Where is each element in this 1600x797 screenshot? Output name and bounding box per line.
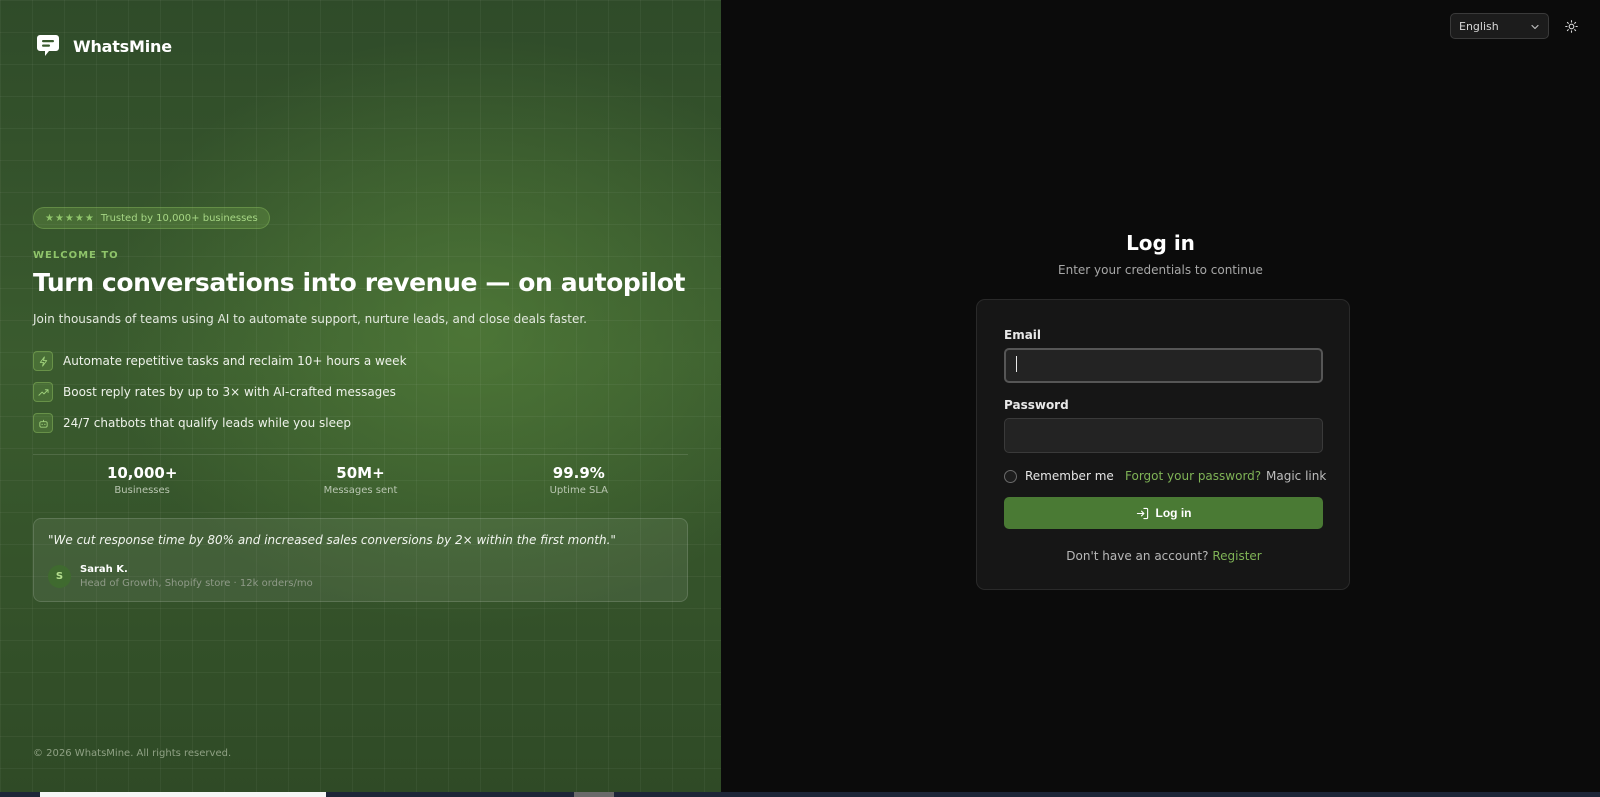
stat-value: 99.9%	[552, 464, 605, 482]
language-select[interactable]: English	[1450, 13, 1549, 39]
taskbar-window	[574, 792, 614, 797]
forgot-password-link[interactable]: Forgot your password?	[1125, 469, 1261, 483]
testimonial-role: Head of Growth, Shopify store · 12k orde…	[80, 578, 313, 589]
login-button-label: Log in	[1155, 506, 1192, 520]
magic-link[interactable]: Magic link	[1266, 469, 1326, 483]
email-label: Email	[1004, 328, 1042, 342]
stat-label: Businesses	[114, 485, 170, 496]
feature-item: Automate repetitive tasks and reclaim 10…	[33, 350, 407, 372]
log-in-icon	[1136, 507, 1148, 519]
sun-icon	[1564, 19, 1578, 33]
trust-badge-text: Trusted by 10,000+ businesses	[100, 212, 258, 224]
remember-checkbox[interactable]	[1004, 469, 1017, 483]
brand[interactable]: WhatsMine	[35, 33, 172, 59]
login-panel: English Log in Enter your credentials to…	[721, 0, 1600, 797]
copyright: © 2026 WhatsMine. All rights reserved.	[33, 748, 232, 759]
feature-item: Boost reply rates by up to 3× with AI-cr…	[33, 381, 407, 403]
trust-badge: ★★★★★ Trusted by 10,000+ businesses	[33, 207, 270, 229]
feature-text: Boost reply rates by up to 3× with AI-cr…	[63, 385, 396, 399]
trending-up-icon	[33, 382, 53, 402]
brand-name: WhatsMine	[73, 36, 172, 56]
password-field[interactable]	[1004, 418, 1323, 453]
register-prompt-text: Don't have an account?	[1066, 549, 1213, 563]
remember-label: Remember me	[1025, 469, 1114, 483]
login-title: Log in	[1126, 231, 1195, 255]
theme-toggle[interactable]	[1562, 17, 1580, 35]
stat-label: Messages sent	[323, 485, 398, 496]
language-value: English	[1459, 19, 1499, 33]
register-link[interactable]: Register	[1212, 549, 1261, 563]
stats-row: 10,000+ Businesses 50M+ Messages sent 99…	[33, 464, 688, 496]
stat-messages: 50M+ Messages sent	[251, 464, 469, 496]
hero-headline: Turn conversations into revenue — on aut…	[33, 268, 686, 297]
stat-businesses: 10,000+ Businesses	[33, 464, 251, 496]
stat-value: 10,000+	[106, 464, 178, 482]
eyebrow-text: WELCOME TO	[33, 250, 119, 261]
remember-me[interactable]: Remember me	[1004, 469, 1114, 483]
divider	[33, 454, 688, 455]
chat-bubble-icon	[37, 35, 59, 56]
testimonial-card: "We cut response time by 80% and increas…	[33, 518, 688, 602]
stat-uptime: 99.9% Uptime SLA	[470, 464, 688, 496]
feature-text: Automate repetitive tasks and reclaim 10…	[63, 354, 407, 368]
avatar: S	[48, 565, 71, 588]
hero-subhead: Join thousands of teams using AI to auto…	[33, 312, 587, 326]
login-button[interactable]: Log in	[1004, 497, 1323, 529]
register-prompt: Don't have an account? Register	[977, 549, 1351, 563]
feature-item: 24/7 chatbots that qualify leads while y…	[33, 412, 407, 434]
star-rating: ★★★★★	[45, 212, 95, 224]
lightning-icon	[33, 351, 53, 371]
feature-list: Automate repetitive tasks and reclaim 10…	[33, 350, 407, 443]
feature-text: 24/7 chatbots that qualify leads while y…	[63, 416, 351, 430]
hero-panel: WhatsMine ★★★★★ Trusted by 10,000+ busin…	[0, 0, 721, 797]
login-card: Email Password Remember me Forgot your p…	[976, 299, 1350, 590]
email-field[interactable]	[1004, 348, 1323, 383]
chevron-down-icon	[1530, 17, 1540, 36]
password-label: Password	[1004, 398, 1069, 412]
testimonial-author: Sarah K.	[80, 564, 128, 575]
login-subtitle: Enter your credentials to continue	[1058, 263, 1263, 277]
bot-icon	[33, 413, 53, 433]
stat-label: Uptime SLA	[549, 485, 609, 496]
text-caret	[1016, 356, 1017, 372]
taskbar-window	[40, 792, 326, 797]
stat-value: 50M+	[336, 464, 385, 482]
testimonial-quote: "We cut response time by 80% and increas…	[48, 533, 616, 547]
